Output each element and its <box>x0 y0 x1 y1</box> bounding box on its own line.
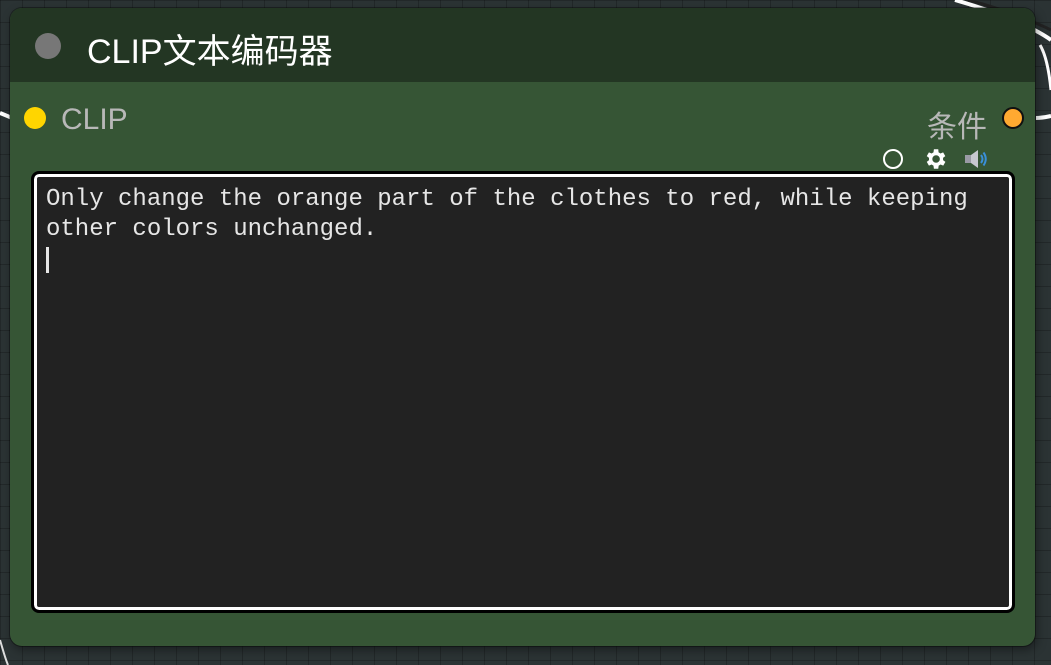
gear-icon[interactable] <box>922 146 948 172</box>
conditioning-output-slot[interactable] <box>1002 107 1024 129</box>
clip-input-slot[interactable] <box>24 107 46 129</box>
clip-text-encode-node[interactable]: CLIP文本编码器 CLIP 条件 Only change the orange… <box>10 8 1035 646</box>
prompt-textarea[interactable]: Only change the orange part of the cloth… <box>37 177 1009 607</box>
node-title: CLIP文本编码器 <box>87 33 333 71</box>
speaker-icon[interactable] <box>964 146 990 172</box>
circle-toggle-icon[interactable] <box>880 146 906 172</box>
prompt-textarea-frame: Only change the orange part of the cloth… <box>31 171 1015 613</box>
collapse-toggle[interactable] <box>35 33 61 59</box>
conditioning-output-label: 条件 <box>927 111 987 144</box>
node-title-bar[interactable]: CLIP文本编码器 <box>10 8 1035 82</box>
text-cursor <box>46 247 49 273</box>
clip-input-label: CLIP <box>61 103 128 136</box>
prompt-text: Only change the orange part of the cloth… <box>46 186 983 243</box>
widget-toolbar <box>880 146 990 172</box>
